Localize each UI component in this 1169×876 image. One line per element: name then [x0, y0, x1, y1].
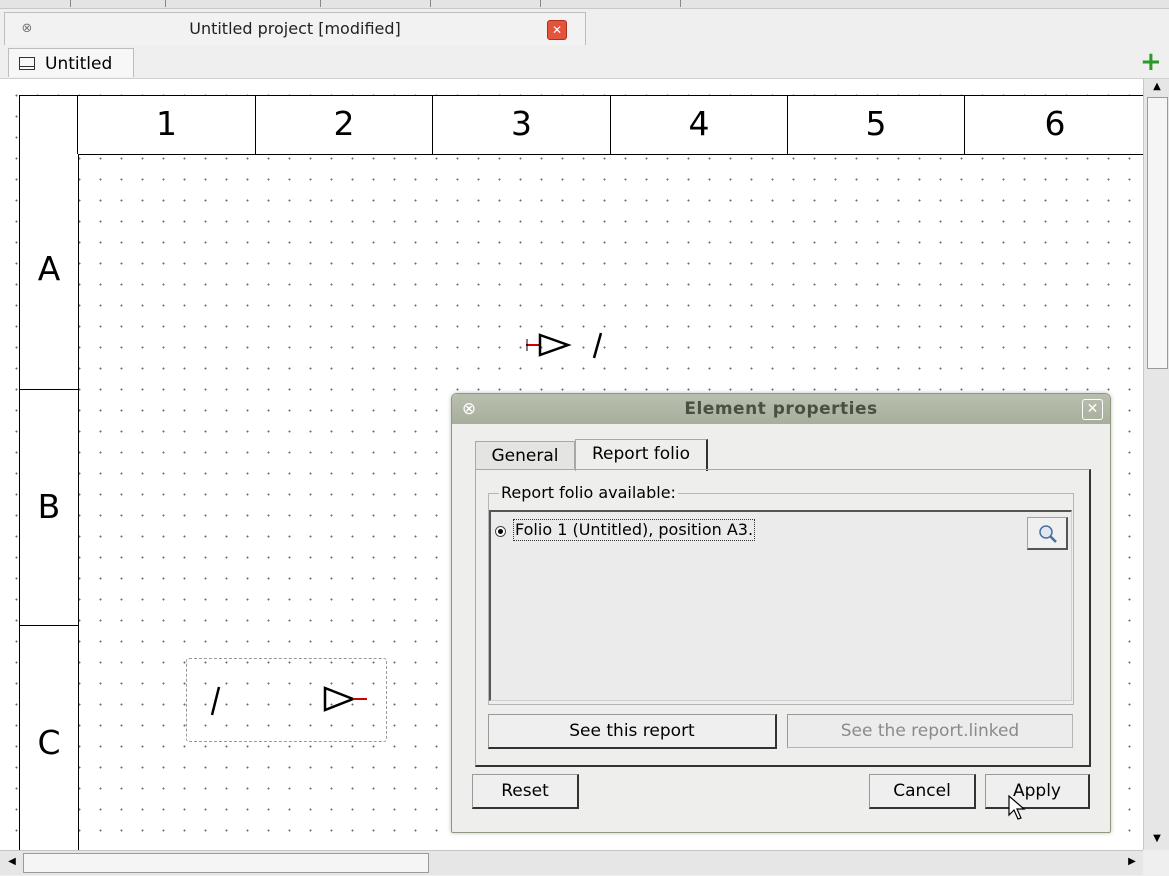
column-header-6: 6	[964, 96, 1143, 154]
scroll-down-icon[interactable]: ▼	[1147, 833, 1167, 844]
column-header-2: 2	[255, 96, 432, 154]
apply-button[interactable]: Apply	[985, 774, 1090, 809]
column-header-5: 5	[787, 96, 964, 154]
dialog-title: Element properties	[684, 399, 878, 419]
reset-button[interactable]: Reset	[472, 774, 579, 809]
cancel-button[interactable]: Cancel	[869, 774, 976, 809]
main-toolbar	[0, 0, 1169, 9]
tab-general[interactable]: General	[475, 441, 575, 470]
folio-tab-bar: Untitled +	[0, 46, 1169, 79]
project-tab[interactable]: ⊗ Untitled project [modified] ✕	[4, 12, 586, 45]
dialog-titlebar[interactable]: ⊗ Element properties ✕	[452, 394, 1110, 424]
scroll-right-icon[interactable]: ▶	[1122, 856, 1142, 867]
diagram-icon	[19, 57, 35, 70]
horizontal-scroll-thumb[interactable]	[23, 853, 429, 873]
row-header-c: C	[20, 625, 78, 850]
folio-tab-label: Untitled	[45, 54, 113, 74]
tab-report-folio[interactable]: Report folio	[575, 439, 708, 471]
vertical-scroll-thumb[interactable]	[1147, 97, 1168, 369]
project-close-icon[interactable]: ✕	[547, 20, 567, 40]
see-this-report-button[interactable]: See this report	[488, 714, 777, 749]
report-element-a3[interactable]	[520, 327, 610, 363]
folio-radio-button[interactable]	[495, 526, 506, 537]
folio-tab-untitled[interactable]: Untitled	[8, 48, 134, 77]
column-header-1: 1	[77, 96, 255, 154]
selected-report-element-c1[interactable]	[186, 658, 387, 742]
see-report-linked-button[interactable]: See the report.linked	[787, 714, 1073, 748]
scroll-up-icon[interactable]: ▲	[1147, 81, 1167, 92]
folio-list-item[interactable]: Folio 1 (Untitled), position A3.	[513, 519, 756, 541]
zoom-folio-button[interactable]	[1027, 517, 1068, 550]
folio-list[interactable]: Folio 1 (Untitled), position A3.	[489, 510, 1072, 701]
vertical-scrollbar[interactable]: ▲ ▼	[1143, 79, 1169, 850]
row-header: A B C	[19, 154, 79, 850]
row-header-b: B	[20, 389, 78, 626]
column-header-3: 3	[432, 96, 610, 154]
horizontal-scrollbar[interactable]: ◀ ▶	[0, 850, 1143, 875]
group-label: Report folio available:	[499, 483, 678, 502]
report-symbol	[210, 686, 367, 716]
dialog-close-icon[interactable]: ✕	[1082, 399, 1103, 420]
scroll-left-icon[interactable]: ◀	[2, 856, 22, 867]
column-header: 1 2 3 4 5 6	[19, 95, 1143, 155]
element-properties-dialog: ⊗ Element properties ✕ General Report fo…	[451, 393, 1111, 833]
magnifier-icon	[1039, 525, 1057, 543]
mouse-cursor-icon	[1008, 795, 1026, 820]
row-header-a: A	[37, 249, 61, 288]
column-header-4: 4	[610, 96, 787, 154]
project-title: Untitled project [modified]	[189, 19, 401, 38]
add-folio-plus-icon[interactable]: +	[1140, 49, 1162, 75]
